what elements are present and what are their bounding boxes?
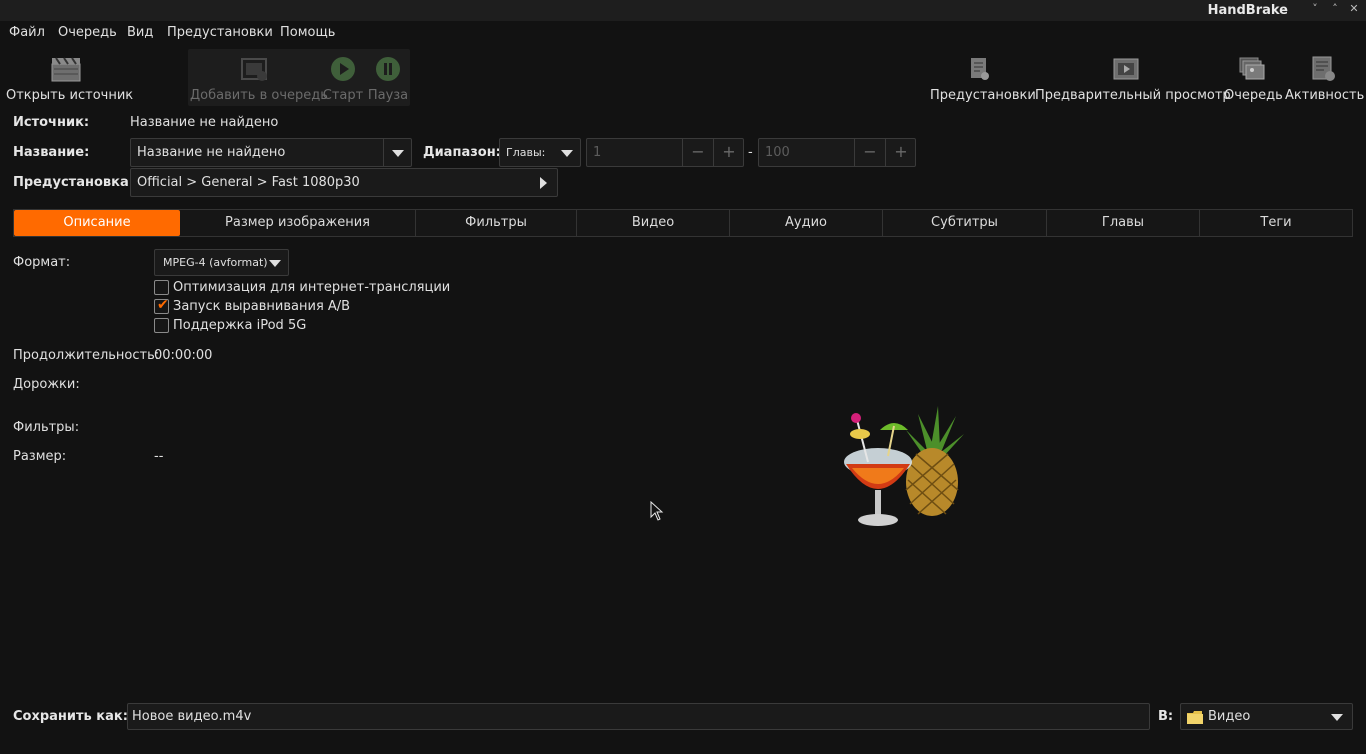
menu-file[interactable]: Файл — [9, 25, 45, 40]
queue-label: Очередь — [1224, 88, 1283, 103]
close-icon[interactable]: ✕ — [1347, 2, 1361, 18]
open-source-button[interactable]: Открыть источник — [6, 55, 134, 103]
range-end-spinbox[interactable]: 100 − + — [758, 138, 916, 167]
tab-filters[interactable]: Фильтры — [416, 210, 577, 236]
preview-button[interactable]: Предварительный просмотр — [1035, 55, 1231, 103]
preview-label: Предварительный просмотр — [1035, 88, 1231, 103]
chevron-down-icon — [561, 150, 573, 157]
minimize-icon[interactable]: ˄ — [1328, 2, 1342, 18]
start-label: Старт — [322, 88, 364, 103]
size-value: -- — [154, 449, 164, 464]
open-source-label: Открыть источник — [6, 88, 134, 103]
align-av-label: Запуск выравнивания A/B — [173, 299, 351, 314]
range-start-increment[interactable]: + — [713, 139, 744, 167]
range-start-value: 1 — [593, 145, 602, 160]
web-optimize-checkbox[interactable] — [154, 280, 169, 295]
range-type-value: Главы: — [506, 146, 546, 159]
title-value: Название не найдено — [137, 145, 286, 160]
source-value: Название не найдено — [130, 115, 279, 130]
ipod-checkbox[interactable] — [154, 318, 169, 333]
pause-label: Пауза — [367, 88, 409, 103]
range-dash: - — [748, 145, 753, 160]
title-label: Название: — [13, 145, 90, 160]
minus-icon: − — [691, 142, 705, 161]
mouse-cursor-icon — [650, 501, 664, 521]
menu-bar: Файл Очередь Вид Предустановки Помощь — [0, 21, 1366, 45]
filters-label: Фильтры: — [13, 420, 80, 435]
play-icon — [331, 57, 355, 81]
preset-label: Предустановка: — [13, 175, 134, 190]
format-value: MPEG-4 (avformat) — [163, 256, 268, 269]
tab-audio[interactable]: Аудио — [730, 210, 883, 236]
add-to-queue-button[interactable]: Добавить в очередь — [190, 55, 328, 103]
title-bar: HandBrake ˅ ˄ ✕ — [0, 0, 1366, 21]
title-dropdown-button[interactable] — [383, 139, 411, 166]
save-filename-input[interactable]: Новое видео.m4v — [127, 703, 1150, 730]
web-optimize-label: Оптимизация для интернет-трансляции — [173, 280, 451, 295]
preset-selector[interactable]: Official > General > Fast 1080p30 — [130, 168, 558, 197]
activity-log-icon — [1312, 56, 1335, 81]
minus-icon: − — [863, 142, 877, 161]
activity-button[interactable]: Активность — [1285, 55, 1365, 103]
menu-presets[interactable]: Предустановки — [167, 25, 273, 40]
activity-label: Активность — [1285, 88, 1365, 103]
duration-label: Продолжительность: — [13, 348, 160, 363]
size-label: Размер: — [13, 449, 67, 464]
menu-view[interactable]: Вид — [127, 25, 153, 40]
chevron-right-icon — [540, 177, 547, 189]
ipod-label: Поддержка iPod 5G — [173, 318, 307, 333]
handbrake-logo — [844, 406, 964, 526]
destination-folder-value: Видео — [1208, 709, 1251, 724]
align-av-checkbox[interactable]: ✔ — [154, 297, 169, 314]
preset-value: Official > General > Fast 1080p30 — [137, 175, 360, 190]
range-end-increment[interactable]: + — [885, 139, 916, 167]
folder-icon — [1187, 711, 1203, 724]
menu-queue[interactable]: Очередь — [58, 25, 117, 40]
menu-help[interactable]: Помощь — [280, 25, 335, 40]
tab-tags[interactable]: Теги — [1200, 210, 1352, 236]
destination-folder-select[interactable]: Видео — [1180, 703, 1353, 730]
tab-video[interactable]: Видео — [577, 210, 730, 236]
queue-button[interactable]: Очередь — [1224, 55, 1283, 103]
tab-summary[interactable]: Описание — [14, 210, 180, 236]
range-end-decrement[interactable]: − — [854, 139, 885, 167]
tab-subtitles[interactable]: Субтитры — [883, 210, 1047, 236]
tab-chapters[interactable]: Главы — [1047, 210, 1200, 236]
tab-bar: Описание Размер изображения Фильтры Виде… — [13, 209, 1353, 237]
tab-dimensions[interactable]: Размер изображения — [180, 210, 416, 236]
queue-icon — [1239, 57, 1264, 80]
chevron-down-icon — [1331, 714, 1343, 721]
plus-icon: + — [894, 142, 908, 161]
destination-label: В: — [1158, 709, 1174, 724]
presets-label: Предустановки — [930, 88, 1036, 103]
clapperboard-icon — [51, 57, 81, 82]
range-start-spinbox[interactable]: 1 − + — [586, 138, 744, 167]
format-label: Формат: — [13, 255, 71, 270]
window-menu-icon[interactable]: ˅ — [1308, 2, 1322, 18]
format-select[interactable]: MPEG-4 (avformat) — [154, 249, 289, 276]
tracks-label: Дорожки: — [13, 377, 80, 392]
add-to-queue-label: Добавить в очередь — [190, 88, 328, 103]
range-label: Диапазон: — [423, 145, 501, 160]
film-preview-icon — [1113, 58, 1139, 80]
range-type-select[interactable]: Главы: — [499, 138, 581, 167]
pause-icon — [376, 57, 400, 81]
chevron-down-icon — [269, 260, 281, 267]
checkmark-icon: ✔ — [157, 297, 169, 313]
range-start-decrement[interactable]: − — [682, 139, 713, 167]
duration-value: 00:00:00 — [154, 348, 213, 363]
pause-button[interactable]: Пауза — [367, 55, 409, 103]
save-as-label: Сохранить как: — [13, 709, 128, 724]
add-queue-icon — [241, 58, 267, 81]
range-end-value: 100 — [765, 145, 790, 160]
window-title: HandBrake — [1207, 3, 1288, 18]
source-label: Источник: — [13, 115, 90, 130]
save-filename-value: Новое видео.m4v — [132, 709, 252, 724]
start-button[interactable]: Старт — [322, 55, 364, 103]
plus-icon: + — [722, 142, 736, 161]
chevron-down-icon — [392, 150, 404, 157]
title-combobox[interactable]: Название не найдено — [130, 138, 412, 167]
presets-icon — [971, 58, 989, 80]
presets-button[interactable]: Предустановки — [930, 55, 1036, 103]
